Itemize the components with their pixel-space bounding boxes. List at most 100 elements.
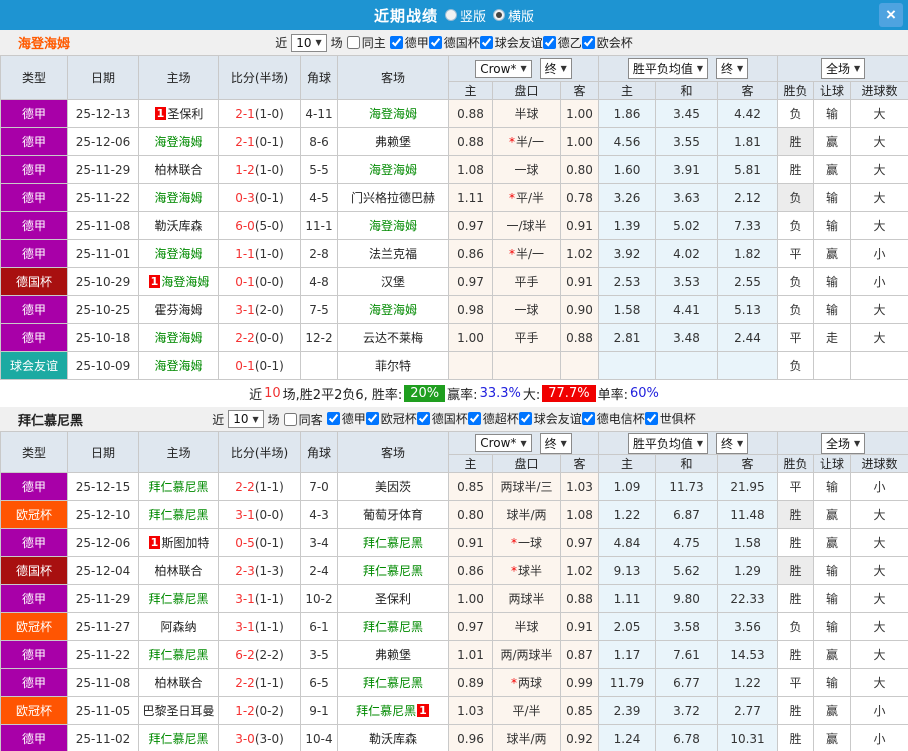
checkbox[interactable] [326, 412, 340, 425]
rank-badge: 1 [148, 275, 161, 288]
avg-odds-select[interactable]: 胜平负均值 ▼ [627, 432, 709, 454]
league-checkbox[interactable]: 球会友谊 [518, 410, 582, 427]
summary-part: 单率: [597, 388, 628, 403]
team-link[interactable]: 海登海姆 [369, 219, 417, 233]
league-checkbox[interactable]: 欧冠杯 [365, 410, 417, 427]
team-link[interactable]: 拜仁慕尼黑 [148, 732, 208, 746]
team-link[interactable]: 海登海姆 [154, 359, 202, 373]
team-link[interactable]: 柏林联合 [154, 163, 202, 177]
league-checkbox[interactable]: 欧会杯 [581, 34, 633, 51]
checkbox[interactable] [467, 412, 481, 425]
layout-vertical-radio[interactable]: 竖版 [444, 6, 486, 25]
avg-time-select[interactable]: 终 ▼ [716, 432, 749, 454]
team-link[interactable]: 拜仁慕尼黑 [148, 648, 208, 662]
team-link[interactable]: 拜仁慕尼黑 [363, 676, 423, 690]
team-link[interactable]: 法兰克福 [369, 247, 417, 261]
team-link[interactable]: 海登海姆 [161, 275, 209, 289]
checkbox[interactable] [283, 412, 297, 426]
same-venue-checkbox[interactable]: 同客 [283, 411, 323, 428]
header-row-groups: 类型 日期 主场 比分(半场) 角球 客场 Crow* ▼ 终 ▼ 胜平负均值 … [0, 55, 908, 100]
team-link[interactable]: 拜仁慕尼黑 [363, 564, 423, 578]
team-link[interactable]: 巴黎圣日耳曼 [142, 704, 214, 718]
team-link[interactable]: 勒沃库森 [154, 219, 202, 233]
team-link[interactable]: 勒沃库森 [369, 732, 417, 746]
checkbox[interactable] [365, 412, 379, 425]
avg-home: 1.39 [598, 211, 656, 240]
team-link[interactable]: 拜仁慕尼黑 [148, 592, 208, 606]
league-checkbox[interactable]: 球会友谊 [479, 34, 543, 51]
recent-count-select[interactable]: 10 ▼ [291, 33, 327, 52]
checkbox[interactable] [542, 35, 556, 49]
team-link[interactable]: 阿森纳 [160, 620, 196, 634]
team-link[interactable]: 葡萄牙体育 [363, 508, 423, 522]
league-checkbox[interactable]: 德甲 [326, 410, 366, 427]
team-link[interactable]: 柏林联合 [154, 676, 202, 690]
checkbox[interactable] [416, 412, 430, 425]
team-link[interactable]: 海登海姆 [154, 331, 202, 345]
score-cell: 3-1(1-1) [218, 584, 301, 613]
checkbox[interactable] [346, 36, 360, 49]
match-type-badge: 德甲 [0, 99, 68, 128]
avg-odds-select[interactable]: 胜平负均值 ▼ [627, 58, 709, 79]
team-link[interactable]: 圣保利 [375, 592, 411, 606]
team-link[interactable]: 拜仁慕尼黑 [148, 508, 208, 522]
same-venue-checkbox[interactable]: 同主 [346, 34, 386, 51]
team-link[interactable]: 拜仁慕尼黑 [363, 536, 423, 550]
score-cell: 2-2(1-1) [218, 668, 301, 697]
team-link[interactable]: 拜仁慕尼黑 [363, 620, 423, 634]
checkbox[interactable] [389, 35, 403, 49]
recent-label: 近 [212, 412, 225, 427]
match-date: 25-11-08 [67, 668, 139, 697]
match-date: 25-11-29 [67, 584, 139, 613]
full-match-select[interactable]: 全场 ▼ [820, 432, 866, 454]
checkbox[interactable] [518, 412, 532, 425]
team-link[interactable]: 海登海姆 [369, 163, 417, 177]
avg-draw: 3.63 [655, 183, 718, 212]
odds-company-select[interactable]: Crow* ▼ [475, 59, 532, 78]
league-checkbox[interactable]: 德电信杯 [581, 410, 645, 427]
checkbox[interactable] [644, 412, 658, 425]
team-link[interactable]: 弗赖堡 [375, 648, 411, 662]
team-link[interactable]: 海登海姆 [154, 191, 202, 205]
league-checkbox[interactable]: 德超杯 [467, 410, 519, 427]
odds-time-select[interactable]: 终 ▼ [539, 58, 572, 79]
team-link[interactable]: 拜仁慕尼黑 [148, 480, 208, 494]
team-link[interactable]: 云达不莱梅 [363, 331, 423, 345]
team-link[interactable]: 菲尔特 [375, 359, 411, 373]
checkbox[interactable] [428, 35, 442, 49]
league-checkbox[interactable]: 德国杯 [416, 410, 468, 427]
league-label: 德国杯 [431, 412, 468, 426]
odds-company-select[interactable]: Crow* ▼ [475, 434, 532, 452]
team-link[interactable]: 美因茨 [375, 480, 411, 494]
team-link[interactable]: 柏林联合 [154, 564, 202, 578]
full-match-select[interactable]: 全场 ▼ [820, 58, 866, 79]
col-home: 主场 [138, 55, 219, 100]
team-link[interactable]: 圣保利 [167, 107, 203, 121]
league-checkbox[interactable]: 德甲 [389, 34, 429, 51]
layout-horizontal-radio[interactable]: 横版 [493, 6, 534, 25]
close-button[interactable]: × [879, 3, 903, 27]
odds-time-select[interactable]: 终 ▼ [539, 432, 572, 454]
avg-away: 2.44 [716, 323, 779, 352]
team-link[interactable]: 拜仁慕尼黑 [356, 704, 416, 718]
home-team-cell: 拜仁慕尼黑 [138, 472, 219, 501]
league-checkbox[interactable]: 德国杯 [428, 34, 480, 51]
team-link[interactable]: 海登海姆 [369, 303, 417, 317]
team-link[interactable]: 海登海姆 [154, 135, 202, 149]
team-link[interactable]: 海登海姆 [154, 247, 202, 261]
team-link[interactable]: 霍芬海姆 [154, 303, 202, 317]
league-checkbox[interactable]: 德乙 [542, 34, 582, 51]
checkbox[interactable] [581, 412, 595, 425]
recent-count-select[interactable]: 10 ▼ [228, 410, 264, 428]
team-link[interactable]: 弗赖堡 [375, 135, 411, 149]
league-checkbox[interactable]: 世俱杯 [644, 410, 696, 427]
team-link[interactable]: 门兴格拉德巴赫 [351, 191, 435, 205]
summary-part: 20% [404, 385, 446, 402]
team-link[interactable]: 海登海姆 [369, 107, 417, 121]
checkbox[interactable] [479, 35, 493, 49]
checkbox[interactable] [581, 35, 595, 49]
corner-score: 6-1 [300, 612, 338, 641]
avg-time-select[interactable]: 终 ▼ [716, 58, 749, 79]
team-link[interactable]: 汉堡 [381, 275, 405, 289]
team-link[interactable]: 斯图加特 [161, 536, 209, 550]
